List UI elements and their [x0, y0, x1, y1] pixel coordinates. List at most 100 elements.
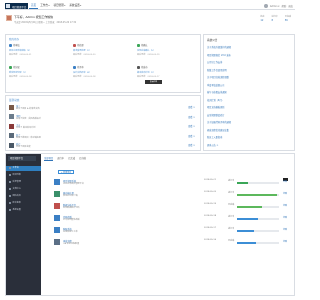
sidebar-item[interactable]: 系统设置 [6, 208, 41, 213]
project-status: 已完成 [228, 204, 235, 206]
announcement-item[interactable]: 更多公告 > [207, 143, 218, 147]
nav-item-settings[interactable]: 系统设置▾ [67, 3, 83, 9]
greeting-meta: 今天是 2018年5月21日 星期一 上次登录：2018-05-20 17:32 [14, 21, 77, 24]
menu-icon [9, 201, 11, 204]
new-project-button[interactable]: + 新建项目 [58, 170, 74, 174]
tab-done[interactable]: 已完成 [68, 156, 75, 161]
profile-header: 下午好，Admin 祝您工作愉快 今天是 2018年5月21日 星期一 上次登录… [5, 13, 295, 33]
tab-all[interactable]: 全部项目 [44, 156, 54, 161]
project-status: 已完成 [228, 240, 235, 242]
tab-in-progress[interactable]: 进行中 [57, 156, 64, 161]
announcement-item[interactable]: 季度考核结果公示 [207, 83, 225, 87]
table-row[interactable]: 官网改版 公司官网整体改版 2018-05-18 进行中 详情 [54, 214, 289, 224]
todo-item-header: 待分配 [9, 65, 71, 69]
sidebar-item[interactable]: 工作台 [6, 166, 41, 171]
project-detail-link[interactable]: 详情 [283, 216, 287, 219]
activity-avatar [9, 142, 14, 148]
todo-icon [9, 43, 12, 47]
help-link[interactable]: 帮助 [281, 4, 286, 8]
todo-item[interactable]: 待评审 设计文档评审（4） 最后更新：2018-05-18 [73, 65, 135, 83]
brand-logo[interactable]: 项目管理平台 [5, 3, 28, 9]
activity-link[interactable]: 查看 > [188, 134, 195, 138]
todo-item-link[interactable]: 需求变更处理（2） [73, 49, 135, 52]
announcement-item[interactable]: 安全管理制度修订 [207, 113, 225, 117]
todo-icon [73, 43, 76, 47]
activity-link[interactable]: 查看 > [188, 115, 195, 119]
todo-item[interactable]: 待分配新任务待分配（1） 最后更新：2018-05-18 [9, 65, 71, 83]
announcement-item[interactable]: 项目管理规范 V2.0 发布 [207, 53, 231, 57]
brand-name: 项目管理平台 [12, 5, 27, 9]
project-detail-link[interactable]: 详情 [283, 204, 287, 207]
todo-item-header: 待审核 [9, 43, 71, 47]
activity-link[interactable]: 查看 > [188, 105, 195, 109]
activity-link[interactable]: 查看 > [188, 124, 195, 128]
table-row[interactable]: 数据分析平台 业务数据统计分析 2018-05-19 已完成 详情 [54, 202, 289, 212]
project-status: 进行中 [228, 216, 235, 218]
nav-item-home[interactable]: 首页 [29, 3, 39, 9]
project-icon [54, 239, 60, 245]
todo-icon [9, 65, 12, 69]
sidebar-item[interactable]: 统计报表 [6, 201, 41, 206]
todo-item[interactable]: 待审核 项目立项申请审核（3） 最后更新：2018-05-21 [9, 43, 71, 61]
nav-item-projects[interactable]: 项目管理▾ [51, 3, 67, 9]
stat-done[interactable]: 已完成 56 [285, 15, 291, 22]
project-detail-link[interactable]: 详情 [283, 228, 287, 231]
user-avatar[interactable] [263, 4, 268, 8]
activity-link[interactable]: 查看 > [188, 143, 195, 147]
announcement-item[interactable]: 五月份工作安排 [207, 60, 222, 64]
menu-icon [9, 166, 11, 169]
project-desc: OA 审批流程配置 [63, 243, 80, 245]
project-icon [54, 227, 60, 233]
todo-item[interactable]: 待处理 需求变更处理（2） 最后更新：2018-05-20 [73, 43, 135, 61]
sidebar-item[interactable]: 项目列表 [6, 173, 41, 178]
table-row[interactable]: 移动端应用 移动办公客户端 2018-05-20 进行中 详情 [54, 190, 289, 200]
activity-item: 李四 完成了任务：首页改版设计 查看 > [9, 114, 197, 121]
progress-fill [237, 242, 256, 244]
activity-text: 提交了项目 A 的需求文档 [16, 108, 40, 110]
tooltip: 查看详情 [145, 80, 162, 84]
project-icon [54, 179, 60, 185]
announcement-item[interactable]: 研发流程优化建议征集 [207, 128, 229, 132]
progress-bar [237, 194, 279, 196]
logout-link[interactable]: 退出 [288, 4, 293, 8]
todo-item-link[interactable]: 任务完成确认（5） [137, 49, 199, 52]
announcement-item[interactable]: 关于项目归档流程调整 [207, 75, 229, 79]
project-tabs: 全部项目 进行中 已完成 已归档 [44, 156, 86, 161]
announcement-item[interactable]: 项目文档模板更新 [207, 105, 225, 109]
todo-item-link[interactable]: 版本发布计划（2） [137, 71, 199, 74]
announcement-item[interactable]: 新员工入职指南 [207, 135, 222, 139]
sidebar-item[interactable]: 团队成员 [6, 194, 41, 199]
table-row[interactable]: 项目管理系统 企业内部项目管理平台 2018-05-21 进行中 详情 [54, 178, 289, 188]
announcement-item[interactable]: 培训计划（6月） [207, 98, 224, 102]
project-detail-link[interactable]: 详情 [283, 180, 287, 183]
announcement-item[interactable]: 关于加强代码评审的通知 [207, 120, 231, 124]
todo-item[interactable]: 待确认 任务完成确认（5） 最后更新：2018-05-19 [137, 43, 199, 61]
stat-in-progress[interactable]: 进行中 8 [272, 15, 278, 22]
project-status: 进行中 [228, 192, 235, 194]
todo-item-link[interactable]: 新任务待分配（1） [9, 71, 71, 74]
chevron-down-icon: ▾ [80, 5, 82, 7]
announcement-item[interactable]: 端午节放假安排通知 [207, 90, 227, 94]
sidebar-item-label: 工作台 [12, 167, 19, 169]
sidebar-item[interactable]: 文档中心 [6, 187, 41, 192]
todo-item-header: 待评审 [73, 65, 135, 69]
table-row[interactable]: 审批流程 OA 审批流程配置 2018-05-16 已完成 详情 [54, 238, 289, 248]
project-desc: 在线客服与工单 [63, 231, 78, 233]
announcement-item[interactable]: 新版工作台使用说明 [207, 68, 227, 72]
project-detail-link[interactable]: 详情 [283, 192, 287, 195]
announcement-item[interactable]: 关于系统升级维护的通知 [207, 45, 231, 49]
user-menu[interactable]: Admin ▾ [270, 5, 280, 8]
todo-item-title: 待分配 [13, 66, 20, 69]
todo-item-link[interactable]: 项目立项申请审核（3） [9, 49, 71, 52]
stat-todo[interactable]: 待办 12 [260, 15, 264, 22]
table-row[interactable]: 客服系统 在线客服与工单 2018-05-17 进行中 详情 [54, 226, 289, 236]
todo-item-meta: 最后更新：2018-05-17 [137, 76, 160, 78]
project-detail-link[interactable]: 详情 [283, 240, 287, 243]
progress-bar [237, 206, 279, 208]
tab-archived[interactable]: 已归档 [79, 156, 86, 161]
nav-item-workbench[interactable]: 工作台▾ [38, 3, 51, 9]
todo-item-link[interactable]: 设计文档评审（4） [73, 71, 135, 74]
sidebar-item[interactable]: 任务管理 [6, 180, 41, 185]
project-desc: 业务数据统计分析 [63, 207, 80, 209]
todo-item-meta: 最后更新：2018-05-18 [9, 76, 32, 78]
